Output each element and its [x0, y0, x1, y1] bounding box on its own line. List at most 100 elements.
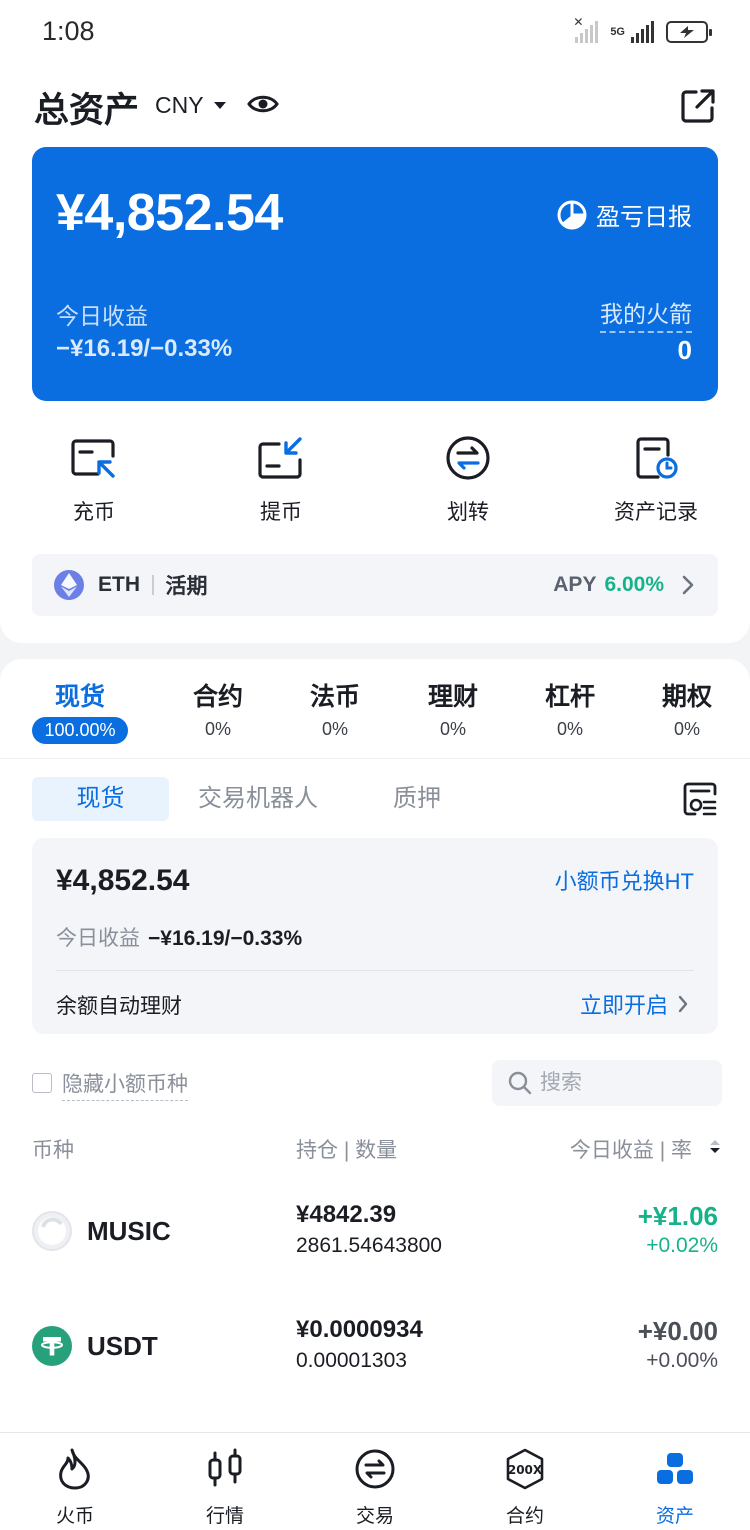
music-coin-icon: [32, 1211, 72, 1251]
flame-icon: [15, 1443, 135, 1495]
transfer-button[interactable]: 划转: [398, 432, 538, 526]
search-box[interactable]: [492, 1060, 722, 1106]
spot-summary-card: ¥4,852.54 小额币兑换HT 今日收益 −¥16.19/−0.33% 余额自…: [32, 838, 718, 1034]
assets-icon: [615, 1443, 735, 1495]
coin-value: ¥4842.39: [296, 1201, 397, 1228]
asset-record-icon: [586, 432, 726, 484]
tab-label: 期权: [661, 683, 712, 711]
tab-percent: 0%: [204, 719, 231, 739]
tab-earn[interactable]: 理财 0%: [398, 677, 508, 740]
asset-summary-card: ¥4,852.54 盈亏日报 今日收益 −¥16.19/−0.33% 我的火箭 …: [32, 147, 718, 401]
tab-margin[interactable]: 杠杆 0%: [515, 677, 625, 740]
network-type: 5G: [610, 26, 625, 38]
coin-today-rate: +0.02%: [646, 1234, 718, 1257]
today-earnings-label: 今日收益: [56, 303, 148, 329]
tab-label: 现货: [54, 683, 105, 711]
signal-icon: [631, 21, 654, 43]
battery-charging-icon: [666, 21, 712, 43]
nav-label: 交易: [355, 1506, 394, 1527]
eth-icon: [54, 570, 84, 600]
tab-percent: 100.00%: [32, 717, 128, 744]
deposit-label: 充币: [73, 501, 115, 524]
nav-label: 火币: [55, 1506, 94, 1527]
bill-icon[interactable]: [682, 781, 718, 817]
hide-small-label[interactable]: 隐藏小额币种: [62, 1068, 188, 1101]
page-title: 总资产: [34, 91, 140, 130]
subtab-staking[interactable]: 质押: [382, 777, 452, 821]
chevron-right-icon: [682, 575, 694, 595]
account-category-tabs: 现货 100.00% 合约 0% 法币 0% 理财 0% 杠杆 0% 期权 0%: [0, 659, 750, 759]
nav-market[interactable]: 行情: [165, 1443, 285, 1528]
coin-quantity: 2861.54643800: [296, 1234, 442, 1257]
withdraw-icon: [211, 432, 351, 484]
eye-icon[interactable]: [247, 92, 279, 121]
currency-selector[interactable]: CNY: [155, 92, 226, 119]
200x-icon: 200X: [465, 1443, 585, 1495]
status-time: 1:08: [42, 16, 95, 46]
nav-contract[interactable]: 200X 合约: [465, 1443, 585, 1528]
coin-name: MUSIC: [87, 1216, 171, 1246]
withdraw-label: 提币: [260, 501, 302, 524]
withdraw-button[interactable]: 提币: [211, 432, 351, 526]
share-icon[interactable]: [680, 88, 716, 129]
column-today[interactable]: 今日收益 | 率: [570, 1134, 692, 1164]
divider: [56, 970, 694, 971]
apy-label: APY: [553, 573, 597, 596]
tab-contract[interactable]: 合约 0%: [163, 677, 273, 740]
top-section: 1:08 ✕ 5G 总资产 CNY ¥4,852.54 盈亏日报 今日收益 −¥…: [0, 0, 750, 643]
tab-options[interactable]: 期权 0%: [632, 677, 742, 740]
deposit-icon: [24, 432, 164, 484]
chevron-right-icon: [678, 995, 688, 1013]
coin-value: ¥0.0000934: [296, 1316, 423, 1343]
coin-today-rate: +0.00%: [646, 1349, 718, 1372]
holdings-column-headers: 币种 持仓 | 数量 今日收益 | 率: [32, 1134, 722, 1164]
asset-record-button[interactable]: 资产记录: [586, 432, 726, 526]
pie-chart-icon: [557, 200, 587, 229]
search-input[interactable]: [540, 1071, 700, 1095]
eth-savings-banner[interactable]: ETH 活期 APY 6.00%: [32, 554, 718, 616]
eth-coin-label: ETH: [98, 573, 140, 596]
status-bar: 1:08 ✕ 5G: [0, 0, 750, 64]
currency-label: CNY: [155, 92, 204, 118]
hide-small-checkbox[interactable]: [32, 1073, 52, 1093]
caret-down-icon: [213, 102, 226, 109]
pnl-report-label: 盈亏日报: [596, 204, 692, 231]
deposit-button[interactable]: 充币: [24, 432, 164, 526]
eth-product-type: 活期: [165, 575, 208, 598]
coin-name: USDT: [87, 1331, 158, 1361]
transfer-icon: [398, 432, 538, 484]
tab-percent: 0%: [673, 719, 700, 739]
nav-home[interactable]: 火币: [15, 1443, 135, 1528]
tab-percent: 0%: [439, 719, 466, 739]
column-coin: 币种: [32, 1139, 74, 1162]
nav-label: 行情: [205, 1506, 244, 1527]
enable-auto-earn-label: 立即开启: [579, 993, 668, 1018]
spot-today-label: 今日收益: [56, 927, 140, 950]
total-asset-value: ¥4,852.54: [56, 184, 283, 242]
filter-row: 隐藏小额币种: [32, 1060, 722, 1106]
subtab-trading-bot[interactable]: 交易机器人: [192, 777, 324, 821]
tab-spot[interactable]: 现货 100.00%: [25, 677, 135, 744]
spot-total-value: ¥4,852.54: [56, 864, 190, 897]
column-holding: 持仓 | 数量: [296, 1139, 398, 1162]
table-row[interactable]: USDT ¥0.0000934 0.00001303 +¥0.00 +0.00%: [32, 1313, 718, 1383]
tab-label: 合约: [192, 683, 243, 711]
tab-label: 理财: [427, 683, 478, 711]
today-earnings-value: −¥16.19/−0.33%: [56, 335, 233, 362]
tab-fiat[interactable]: 法币 0%: [280, 677, 390, 740]
tab-label: 杠杆: [544, 683, 595, 711]
transfer-label: 划转: [447, 501, 489, 524]
my-rocket-link[interactable]: 我的火箭: [600, 295, 692, 333]
nav-trade[interactable]: 交易: [315, 1443, 435, 1528]
spot-sub-tabs: 现货 交易机器人 质押: [32, 777, 718, 821]
pnl-report-link[interactable]: 盈亏日报: [556, 197, 692, 232]
exchange-icon: [315, 1443, 435, 1495]
small-coin-convert-link[interactable]: 小额币兑换HT: [555, 864, 694, 896]
divider: [152, 575, 154, 595]
sort-icon[interactable]: [710, 1140, 720, 1153]
nav-assets[interactable]: 资产: [615, 1443, 735, 1528]
subtab-spot[interactable]: 现货: [32, 777, 169, 821]
status-icons: ✕ 5G: [573, 15, 712, 46]
enable-auto-earn-button[interactable]: 立即开启: [580, 988, 688, 1020]
table-row[interactable]: MUSIC ¥4842.39 2861.54643800 +¥1.06 +0.0…: [32, 1198, 718, 1268]
